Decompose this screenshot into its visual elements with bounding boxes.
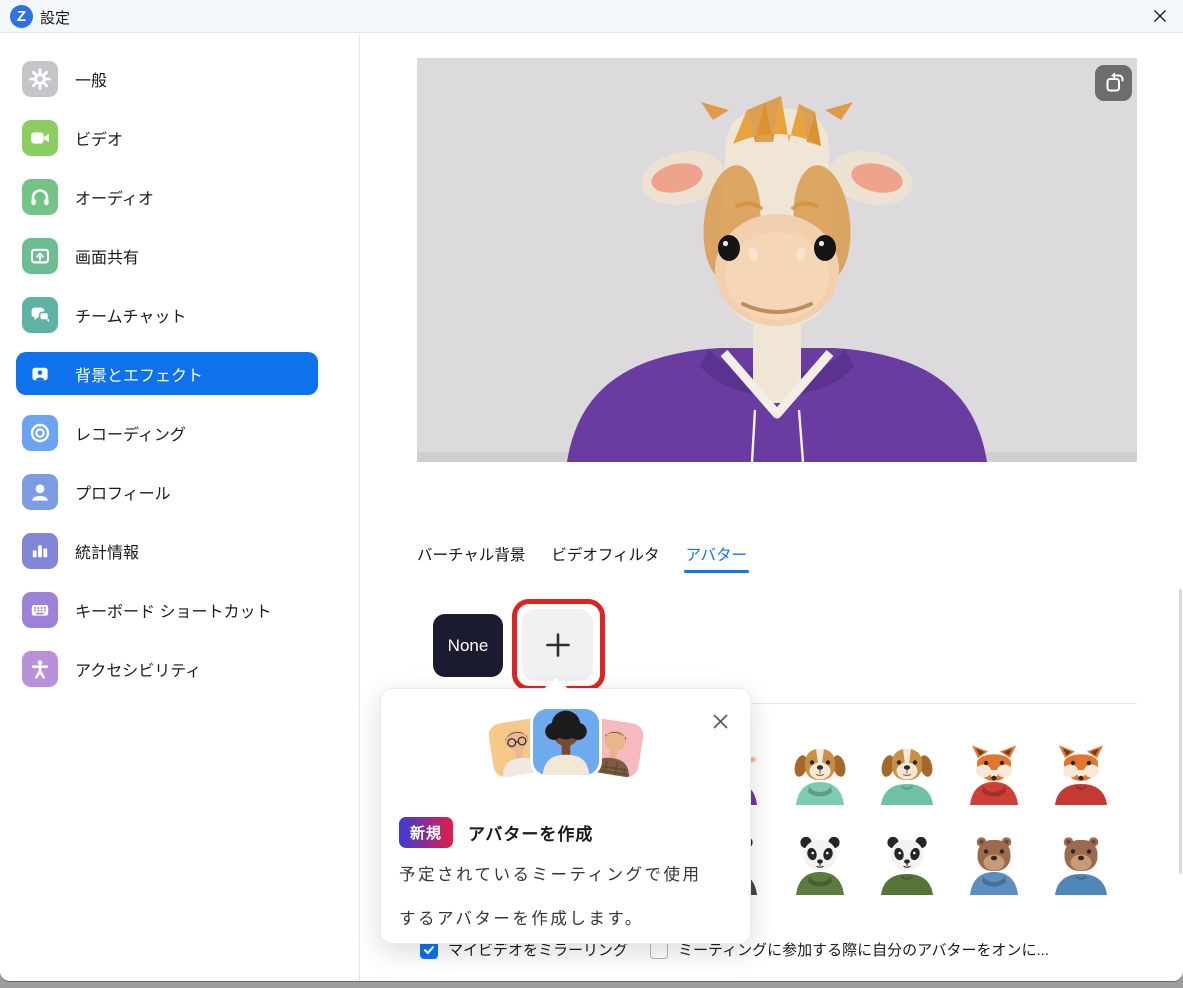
- avatar-option-dog-hoodie[interactable]: [789, 743, 851, 805]
- accessibility-icon: [28, 657, 52, 681]
- sidebar-item-label: 画面共有: [75, 244, 139, 268]
- background-icon: [28, 362, 52, 386]
- sidebar-item-keyboard[interactable]: キーボード ショートカット: [16, 588, 318, 631]
- vertical-scrollbar[interactable]: [1179, 589, 1182, 874]
- cow-avatar-image: [417, 58, 1137, 462]
- avatar-option-fox-hoodie[interactable]: [963, 743, 1025, 805]
- sidebar-item-label: アクセシビリティ: [75, 657, 201, 681]
- plus-icon: [543, 630, 573, 660]
- tab-バーチャル背景[interactable]: バーチャル背景: [417, 543, 525, 573]
- screen-share-icon: [28, 244, 52, 268]
- sidebar-item-label: オーディオ: [75, 185, 154, 209]
- effects-tabs: バーチャル背景ビデオフィルタアバター: [417, 543, 747, 573]
- avatar-preview: [417, 58, 1137, 462]
- tab-ビデオフィルタ[interactable]: ビデオフィルタ: [551, 543, 659, 573]
- sidebar-item-label: 一般: [75, 67, 107, 91]
- window-title: 設定: [40, 7, 70, 28]
- close-window-button[interactable]: [1145, 2, 1175, 30]
- sidebar-item-stats[interactable]: 統計情報: [16, 529, 318, 572]
- avatar-none-button[interactable]: None: [433, 614, 503, 677]
- sidebar-item-background[interactable]: 背景とエフェクト: [16, 352, 318, 395]
- popover-title: アバターを作成: [468, 820, 593, 845]
- settings-sidebar: 一般ビデオオーディオ画面共有チームチャット背景とエフェクトレコーディングプロフィ…: [0, 34, 360, 981]
- sidebar-item-profile[interactable]: プロフィール: [16, 470, 318, 513]
- sidebar-item-label: ビデオ: [75, 126, 123, 150]
- sidebar-item-label: キーボード ショートカット: [75, 598, 271, 622]
- sidebar-item-screen-share[interactable]: 画面共有: [16, 234, 318, 277]
- record-icon: [28, 421, 52, 445]
- keyboard-icon: [28, 598, 52, 622]
- sidebar-item-label: プロフィール: [75, 480, 171, 504]
- sidebar-item-label: レコーディング: [75, 421, 186, 445]
- video-icon: [28, 126, 52, 150]
- stats-icon: [28, 539, 52, 563]
- animal-avatar-grid: [702, 743, 1112, 895]
- tab-activeアバター[interactable]: アバター: [686, 543, 747, 573]
- create-avatar-popover: 新規 アバターを作成 予定されているミーティングで使用 するアバターを作成します…: [380, 688, 751, 944]
- desktop-background: Z 設定 一般ビデオオーディオ画面共有チームチャット背景とエフェクトレコーディン…: [0, 0, 1183, 988]
- sidebar-item-gear[interactable]: 一般: [16, 57, 318, 100]
- new-badge: 新規: [399, 817, 453, 848]
- sidebar-item-headphones[interactable]: オーディオ: [16, 175, 318, 218]
- avatar-example-middle: [533, 709, 599, 775]
- sidebar-item-chat[interactable]: チームチャット: [16, 293, 318, 336]
- zoom-logo: Z: [10, 5, 33, 28]
- profile-icon: [28, 480, 52, 504]
- avatar-option-panda-tshirt[interactable]: [876, 833, 938, 895]
- sidebar-item-label: チームチャット: [75, 303, 186, 327]
- chat-icon: [28, 303, 52, 327]
- gear-icon: [28, 67, 52, 91]
- sidebar-item-video[interactable]: ビデオ: [16, 116, 318, 159]
- rotate-icon: [1101, 70, 1127, 96]
- avatar-option-fox-tshirt[interactable]: [1050, 743, 1112, 805]
- headphones-icon: [28, 185, 52, 209]
- avatar-examples-image: [381, 709, 750, 817]
- avatar-option-panda-hoodie[interactable]: [789, 833, 851, 895]
- settings-content: バーチャル背景ビデオフィルタアバター None: [361, 34, 1183, 981]
- sidebar-item-accessibility[interactable]: アクセシビリティ: [16, 647, 318, 690]
- rotate-avatar-button[interactable]: [1095, 65, 1132, 101]
- add-avatar-button[interactable]: [522, 609, 593, 681]
- close-icon: [1152, 8, 1168, 24]
- avatar-option-beaver-tshirt[interactable]: [1050, 833, 1112, 895]
- avatar-option-beaver-hoodie[interactable]: [963, 833, 1025, 895]
- sidebar-item-record[interactable]: レコーディング: [16, 411, 318, 454]
- avatar-option-dog-tshirt[interactable]: [876, 743, 938, 805]
- sidebar-item-label: 背景とエフェクト: [75, 362, 203, 386]
- sidebar-item-label: 統計情報: [75, 539, 139, 563]
- title-bar: Z 設定: [0, 0, 1183, 33]
- zoom-settings-window: Z 設定 一般ビデオオーディオ画面共有チームチャット背景とエフェクトレコーディン…: [0, 0, 1183, 981]
- popover-description: 予定されているミーティングで使用 するアバターを作成します。: [399, 853, 736, 941]
